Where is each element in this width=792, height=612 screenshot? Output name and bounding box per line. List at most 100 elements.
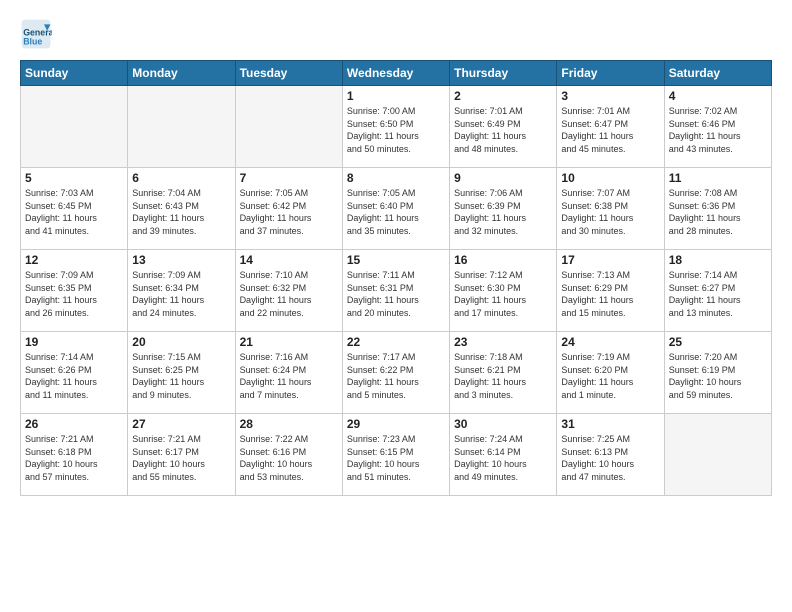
week-row-4: 19 Sunrise: 7:14 AM Sunset: 6:26 PM Dayli…	[21, 332, 772, 414]
calendar-cell: 15 Sunrise: 7:11 AM Sunset: 6:31 PM Dayli…	[342, 250, 449, 332]
day-number: 22	[347, 335, 445, 349]
day-info: Sunrise: 7:01 AM Sunset: 6:49 PM Dayligh…	[454, 105, 552, 155]
weekday-thursday: Thursday	[450, 61, 557, 86]
day-number: 12	[25, 253, 123, 267]
weekday-wednesday: Wednesday	[342, 61, 449, 86]
day-info: Sunrise: 7:25 AM Sunset: 6:13 PM Dayligh…	[561, 433, 659, 483]
calendar-cell: 22Sunrise: 7:17 AM Sunset: 6:22 PM Dayli…	[342, 332, 449, 414]
page: General Blue SundayMondayTuesdayWednesda…	[0, 0, 792, 612]
day-number: 23	[454, 335, 552, 349]
calendar-cell: 19 Sunrise: 7:14 AM Sunset: 6:26 PM Dayli…	[21, 332, 128, 414]
day-info: Sunrise: 7:02 AM Sunset: 6:46 PM Dayligh…	[669, 105, 767, 155]
calendar-cell: 3 Sunrise: 7:01 AM Sunset: 6:47 PM Daylig…	[557, 86, 664, 168]
day-number: 31	[561, 417, 659, 431]
calendar-cell: 21Sunrise: 7:16 AM Sunset: 6:24 PM Dayli…	[235, 332, 342, 414]
day-info: Sunrise: 7:09 AM Sunset: 6:34 PM Dayligh…	[132, 269, 230, 319]
day-number: 25	[669, 335, 767, 349]
weekday-header-row: SundayMondayTuesdayWednesdayThursdayFrid…	[21, 61, 772, 86]
calendar-cell	[664, 414, 771, 496]
day-number: 1	[347, 89, 445, 103]
day-info: Sunrise: 7:21 AM Sunset: 6:17 PM Dayligh…	[132, 433, 230, 483]
calendar-cell: 7Sunrise: 7:05 AM Sunset: 6:42 PM Daylig…	[235, 168, 342, 250]
day-number: 16	[454, 253, 552, 267]
day-number: 6	[132, 171, 230, 185]
calendar-cell: 30Sunrise: 7:24 AM Sunset: 6:14 PM Dayli…	[450, 414, 557, 496]
calendar-cell: 12 Sunrise: 7:09 AM Sunset: 6:35 PM Dayli…	[21, 250, 128, 332]
calendar-cell: 2 Sunrise: 7:01 AM Sunset: 6:49 PM Daylig…	[450, 86, 557, 168]
day-number: 14	[240, 253, 338, 267]
svg-text:Blue: Blue	[23, 36, 42, 46]
calendar-cell	[128, 86, 235, 168]
calendar-cell	[21, 86, 128, 168]
day-number: 15	[347, 253, 445, 267]
day-info: Sunrise: 7:19 AM Sunset: 6:20 PM Dayligh…	[561, 351, 659, 401]
calendar-cell: 24Sunrise: 7:19 AM Sunset: 6:20 PM Dayli…	[557, 332, 664, 414]
day-number: 13	[132, 253, 230, 267]
calendar-cell: 26Sunrise: 7:21 AM Sunset: 6:18 PM Dayli…	[21, 414, 128, 496]
calendar-cell: 29Sunrise: 7:23 AM Sunset: 6:15 PM Dayli…	[342, 414, 449, 496]
day-number: 3	[561, 89, 659, 103]
day-number: 27	[132, 417, 230, 431]
day-info: Sunrise: 7:12 AM Sunset: 6:30 PM Dayligh…	[454, 269, 552, 319]
day-number: 17	[561, 253, 659, 267]
weekday-monday: Monday	[128, 61, 235, 86]
calendar-cell: 28 Sunrise: 7:22 AM Sunset: 6:16 PM Dayli…	[235, 414, 342, 496]
day-number: 2	[454, 89, 552, 103]
calendar-cell: 9Sunrise: 7:06 AM Sunset: 6:39 PM Daylig…	[450, 168, 557, 250]
calendar-cell: 27 Sunrise: 7:21 AM Sunset: 6:17 PM Dayli…	[128, 414, 235, 496]
day-info: Sunrise: 7:11 AM Sunset: 6:31 PM Dayligh…	[347, 269, 445, 319]
day-number: 19	[25, 335, 123, 349]
day-info: Sunrise: 7:16 AM Sunset: 6:24 PM Dayligh…	[240, 351, 338, 401]
day-info: Sunrise: 7:08 AM Sunset: 6:36 PM Dayligh…	[669, 187, 767, 237]
calendar-cell: 23 Sunrise: 7:18 AM Sunset: 6:21 PM Dayli…	[450, 332, 557, 414]
calendar-cell: 17 Sunrise: 7:13 AM Sunset: 6:29 PM Dayli…	[557, 250, 664, 332]
day-number: 7	[240, 171, 338, 185]
calendar-cell: 20Sunrise: 7:15 AM Sunset: 6:25 PM Dayli…	[128, 332, 235, 414]
day-info: Sunrise: 7:07 AM Sunset: 6:38 PM Dayligh…	[561, 187, 659, 237]
calendar-cell: 8Sunrise: 7:05 AM Sunset: 6:40 PM Daylig…	[342, 168, 449, 250]
calendar-cell: 6Sunrise: 7:04 AM Sunset: 6:43 PM Daylig…	[128, 168, 235, 250]
calendar-cell: 10 Sunrise: 7:07 AM Sunset: 6:38 PM Dayli…	[557, 168, 664, 250]
day-info: Sunrise: 7:13 AM Sunset: 6:29 PM Dayligh…	[561, 269, 659, 319]
day-info: Sunrise: 7:15 AM Sunset: 6:25 PM Dayligh…	[132, 351, 230, 401]
day-number: 26	[25, 417, 123, 431]
day-info: Sunrise: 7:10 AM Sunset: 6:32 PM Dayligh…	[240, 269, 338, 319]
day-info: Sunrise: 7:09 AM Sunset: 6:35 PM Dayligh…	[25, 269, 123, 319]
week-row-3: 12 Sunrise: 7:09 AM Sunset: 6:35 PM Dayli…	[21, 250, 772, 332]
calendar-cell: 1 Sunrise: 7:00 AM Sunset: 6:50 PM Daylig…	[342, 86, 449, 168]
day-info: Sunrise: 7:00 AM Sunset: 6:50 PM Dayligh…	[347, 105, 445, 155]
week-row-2: 5 Sunrise: 7:03 AM Sunset: 6:45 PM Daylig…	[21, 168, 772, 250]
day-number: 9	[454, 171, 552, 185]
calendar-cell: 18Sunrise: 7:14 AM Sunset: 6:27 PM Dayli…	[664, 250, 771, 332]
day-number: 29	[347, 417, 445, 431]
weekday-friday: Friday	[557, 61, 664, 86]
week-row-5: 26Sunrise: 7:21 AM Sunset: 6:18 PM Dayli…	[21, 414, 772, 496]
day-info: Sunrise: 7:14 AM Sunset: 6:27 PM Dayligh…	[669, 269, 767, 319]
day-info: Sunrise: 7:20 AM Sunset: 6:19 PM Dayligh…	[669, 351, 767, 401]
calendar-cell: 5 Sunrise: 7:03 AM Sunset: 6:45 PM Daylig…	[21, 168, 128, 250]
day-number: 5	[25, 171, 123, 185]
day-info: Sunrise: 7:14 AM Sunset: 6:26 PM Dayligh…	[25, 351, 123, 401]
day-info: Sunrise: 7:22 AM Sunset: 6:16 PM Dayligh…	[240, 433, 338, 483]
day-info: Sunrise: 7:01 AM Sunset: 6:47 PM Dayligh…	[561, 105, 659, 155]
day-info: Sunrise: 7:18 AM Sunset: 6:21 PM Dayligh…	[454, 351, 552, 401]
calendar-cell: 11 Sunrise: 7:08 AM Sunset: 6:36 PM Dayli…	[664, 168, 771, 250]
calendar-cell	[235, 86, 342, 168]
calendar-table: SundayMondayTuesdayWednesdayThursdayFrid…	[20, 60, 772, 496]
calendar-cell: 25 Sunrise: 7:20 AM Sunset: 6:19 PM Dayli…	[664, 332, 771, 414]
calendar-cell: 31 Sunrise: 7:25 AM Sunset: 6:13 PM Dayli…	[557, 414, 664, 496]
header: General Blue	[20, 18, 772, 50]
calendar-cell: 4Sunrise: 7:02 AM Sunset: 6:46 PM Daylig…	[664, 86, 771, 168]
calendar-cell: 16 Sunrise: 7:12 AM Sunset: 6:30 PM Dayli…	[450, 250, 557, 332]
calendar-cell: 14 Sunrise: 7:10 AM Sunset: 6:32 PM Dayli…	[235, 250, 342, 332]
day-number: 30	[454, 417, 552, 431]
week-row-1: 1 Sunrise: 7:00 AM Sunset: 6:50 PM Daylig…	[21, 86, 772, 168]
day-info: Sunrise: 7:03 AM Sunset: 6:45 PM Dayligh…	[25, 187, 123, 237]
day-number: 28	[240, 417, 338, 431]
day-number: 10	[561, 171, 659, 185]
weekday-tuesday: Tuesday	[235, 61, 342, 86]
weekday-sunday: Sunday	[21, 61, 128, 86]
day-number: 11	[669, 171, 767, 185]
logo: General Blue	[20, 18, 56, 50]
logo-icon: General Blue	[20, 18, 52, 50]
